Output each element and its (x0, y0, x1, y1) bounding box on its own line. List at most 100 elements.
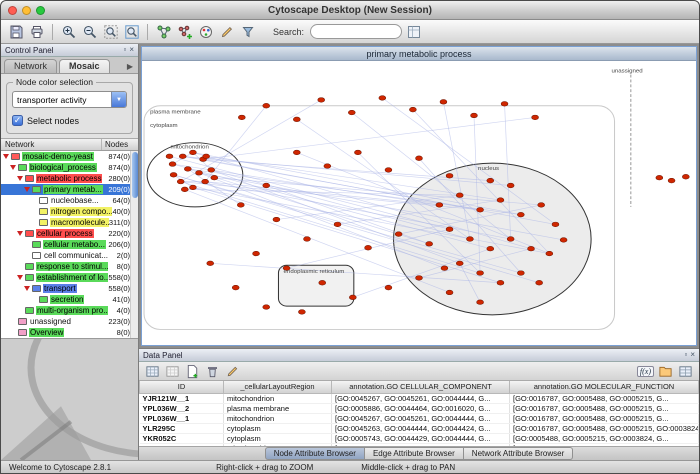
network-node[interactable] (436, 203, 443, 208)
network-node[interactable] (184, 167, 191, 172)
network-node[interactable] (395, 232, 402, 237)
network-node[interactable] (538, 203, 545, 208)
zoom-selected-icon[interactable] (122, 22, 141, 41)
network-node[interactable] (166, 154, 173, 159)
zoom-window-button[interactable] (36, 6, 45, 15)
expander-icon[interactable] (3, 154, 9, 159)
network-node[interactable] (477, 207, 484, 212)
network-node[interactable] (416, 276, 423, 281)
import-attributes-icon[interactable] (657, 363, 674, 379)
node-color-combobox[interactable]: transporter activity ▼ (12, 91, 127, 108)
network-node[interactable] (349, 295, 356, 300)
network-node[interactable] (238, 115, 245, 120)
network-node[interactable] (179, 154, 186, 159)
network-node[interactable] (211, 175, 218, 180)
tab-scroll-right-icon[interactable]: ▶ (127, 62, 136, 73)
tree-row-multi-organism-pro[interactable]: multi-organism pro...4(0) (1, 305, 138, 316)
network-node[interactable] (517, 212, 524, 217)
table-column-header[interactable]: annotation.GO MOLECULAR_FUNCTION (510, 381, 699, 393)
zoom-in-icon[interactable] (59, 22, 78, 41)
network-node[interactable] (319, 280, 326, 285)
table-column-header[interactable]: ID (140, 381, 224, 393)
tree-row-cellular-metabo[interactable]: cellular metabo...206(0) (1, 239, 138, 250)
network-node[interactable] (501, 101, 508, 106)
tab-edge-attribute-browser[interactable]: Edge Attribute Browser (365, 447, 464, 460)
network-node[interactable] (207, 261, 214, 266)
tree-row-secretion[interactable]: secretion41(0) (1, 294, 138, 305)
network-node[interactable] (487, 246, 494, 251)
network-overview-icon[interactable] (154, 22, 173, 41)
network-node[interactable] (682, 174, 689, 179)
network-node[interactable] (304, 237, 311, 242)
network-node[interactable] (189, 185, 196, 190)
network-canvas-container[interactable]: plasma membranecytoplasmmitochondrionnuc… (142, 61, 696, 345)
close-panel-icon[interactable]: × (129, 46, 134, 54)
table-column-header[interactable]: annotation.GO CELLULAR_COMPONENT (332, 381, 510, 393)
print-icon[interactable] (27, 22, 46, 41)
tree-row-cellular-process[interactable]: cellular process220(0) (1, 228, 138, 239)
network-node[interactable] (546, 251, 553, 256)
network-node[interactable] (441, 266, 448, 271)
network-node[interactable] (298, 310, 305, 315)
network-node[interactable] (354, 150, 361, 155)
tab-network[interactable]: Network (4, 59, 57, 73)
network-node[interactable] (169, 162, 176, 167)
tree-row-response-to-stimul[interactable]: response to stimul...8(0) (1, 261, 138, 272)
table-row[interactable]: YPL036W__2plasma membrane[GO:0005886, GO… (140, 403, 699, 413)
network-node[interactable] (232, 285, 239, 290)
select-nodes-checkbox[interactable]: ✓ (12, 115, 23, 126)
network-node[interactable] (446, 227, 453, 232)
tree-row-cell-communicat[interactable]: cell communicat...2(0) (1, 250, 138, 261)
network-node[interactable] (334, 222, 341, 227)
network-node[interactable] (170, 172, 177, 177)
network-node[interactable] (507, 237, 514, 242)
tree-row-nitrogen-compo[interactable]: nitrogen compo...40(0) (1, 206, 138, 217)
table-row[interactable]: YJR121W__1mitochondrion[GO:0045267, GO:0… (140, 393, 699, 403)
save-icon[interactable] (6, 22, 25, 41)
table-column-header[interactable]: _cellularLayoutRegion (224, 381, 332, 393)
network-node[interactable] (560, 238, 567, 243)
network-node[interactable] (263, 305, 270, 310)
network-node[interactable] (293, 150, 300, 155)
network-node[interactable] (385, 168, 392, 173)
table-row[interactable]: YKR052Ccytoplasm[GO:0005743, GO:0044429,… (140, 433, 699, 443)
network-node[interactable] (532, 115, 539, 120)
mosaic-overview-thumbnail[interactable] (1, 338, 138, 460)
table-row[interactable]: YPL036W__1mitochondrion[GO:0045267, GO:0… (140, 413, 699, 423)
create-attribute-icon[interactable] (184, 363, 201, 379)
float-panel-icon[interactable]: ▫ (123, 46, 126, 54)
network-node[interactable] (263, 183, 270, 188)
network-node[interactable] (440, 100, 447, 105)
network-node[interactable] (293, 117, 300, 122)
tree-row-macromolecule[interactable]: macromolecule...311(0) (1, 217, 138, 228)
network-node[interactable] (477, 300, 484, 305)
vizmapper-icon[interactable] (196, 22, 215, 41)
network-node[interactable] (196, 171, 203, 176)
network-add-icon[interactable] (175, 22, 194, 41)
network-node[interactable] (416, 156, 423, 161)
network-node[interactable] (318, 98, 325, 103)
select-attributes-icon[interactable] (144, 363, 161, 379)
tab-node-attribute-browser[interactable]: Node Attribute Browser (265, 447, 365, 460)
network-node[interactable] (507, 183, 514, 188)
network-node[interactable] (668, 178, 675, 183)
network-node[interactable] (528, 246, 535, 251)
table-row[interactable]: YLR295Ccytoplasm[GO:0045263, GO:0044444,… (140, 423, 699, 433)
tab-mosaic[interactable]: Mosaic (59, 59, 110, 73)
network-node[interactable] (446, 290, 453, 295)
network-node[interactable] (348, 110, 355, 115)
network-node[interactable] (263, 103, 270, 108)
column-header-nodes[interactable]: Nodes (102, 140, 138, 149)
network-node[interactable] (237, 203, 244, 208)
window-titlebar[interactable]: Cytoscape Desktop (New Session) (1, 1, 699, 20)
network-node[interactable] (208, 168, 215, 173)
network-node[interactable] (324, 164, 331, 169)
network-node[interactable] (497, 280, 504, 285)
tab-network-attribute-browser[interactable]: Network Attribute Browser (464, 447, 573, 460)
close-panel-icon[interactable]: × (690, 351, 695, 359)
filter-icon[interactable] (238, 22, 257, 41)
network-node[interactable] (446, 173, 453, 178)
tree-row-overview[interactable]: Overview8(0) (1, 327, 138, 338)
tree-row-establishment-of-lo[interactable]: establishment of lo...558(0) (1, 272, 138, 283)
tree-row-transport[interactable]: transport558(0) (1, 283, 138, 294)
